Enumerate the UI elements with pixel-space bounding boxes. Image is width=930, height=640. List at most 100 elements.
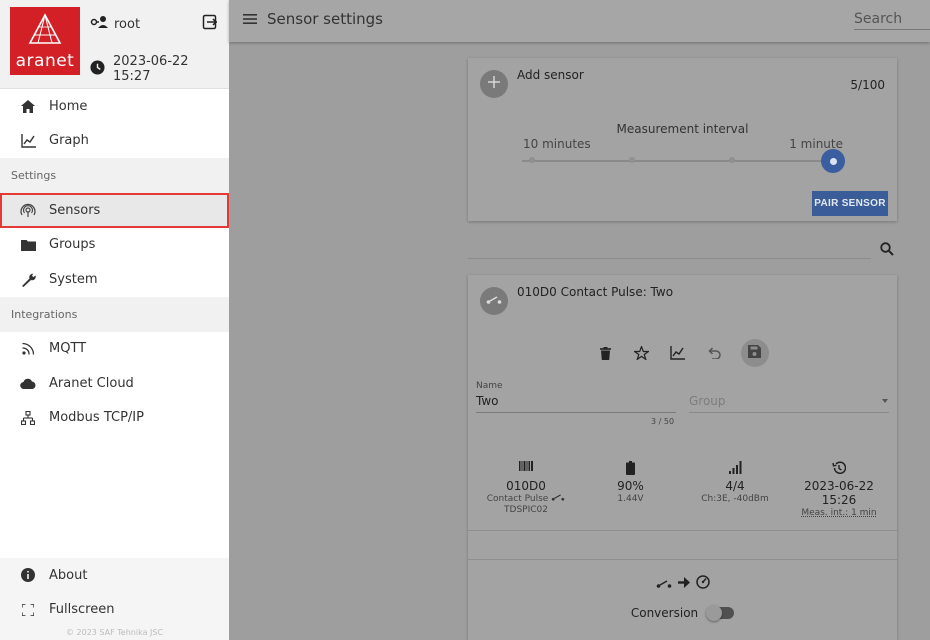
signal-bars-icon xyxy=(690,461,780,477)
sidebar-item-sensors[interactable]: Sensors xyxy=(0,193,229,228)
logout-icon[interactable] xyxy=(202,14,218,34)
conversion-label: Conversion xyxy=(630,606,699,620)
copyright-text: © 2023 SAF Tehnika JSC xyxy=(65,628,164,637)
info-icon xyxy=(20,567,36,583)
logo-text: aranet xyxy=(15,51,75,71)
interval-slider-track[interactable] xyxy=(522,160,834,162)
last-seen-time: 2023-06-22 15:26 xyxy=(804,479,874,507)
sidebar-item-label: Modbus TCP/IP xyxy=(49,410,144,426)
sensor-fingerprint-icon xyxy=(20,202,36,218)
integrations-section-heading: Integrations xyxy=(0,296,229,332)
sensor-id-stat: 010D0 Contact Pulse TDSPIC02 xyxy=(478,461,574,515)
battery-icon xyxy=(593,461,668,477)
search-input[interactable]: Search xyxy=(854,11,930,30)
measurement-interval-label: Measurement interval xyxy=(616,122,749,136)
name-field-label: Name xyxy=(476,381,503,391)
sensor-actions xyxy=(468,339,897,367)
add-sensor-button[interactable] xyxy=(480,70,508,98)
sidebar-item-label: MQTT xyxy=(49,341,87,357)
save-button[interactable] xyxy=(740,339,769,367)
slider-tick xyxy=(529,157,535,163)
sensor-filter-input[interactable] xyxy=(468,258,871,259)
datetime-text: 2023-06-22 15:27 xyxy=(113,54,189,84)
name-field-underline xyxy=(476,412,676,413)
sensor-avatar xyxy=(480,287,508,315)
plus-icon xyxy=(488,76,500,92)
conversion-flow xyxy=(468,575,897,593)
battery-voltage: 1.44V xyxy=(617,494,644,504)
username: root xyxy=(114,16,141,32)
user-key-icon xyxy=(90,15,108,33)
sidebar-item-label: About xyxy=(49,567,88,583)
add-sensor-card: Add sensor 5/100 Measurement interval 10… xyxy=(468,58,897,221)
sensor-card: 010D0 Contact Pulse: Two Name Two 3 / 50… xyxy=(468,275,897,640)
search-icon[interactable] xyxy=(880,242,894,260)
current-time: 2023-06-22 15:27 xyxy=(90,54,229,84)
home-icon xyxy=(20,98,36,114)
menu-icon[interactable] xyxy=(243,13,257,29)
contact-pulse-icon xyxy=(656,577,672,592)
signal-channel: Ch:3E, -40dBm xyxy=(701,494,769,504)
sidebar-item-label: System xyxy=(49,271,98,287)
pair-sensor-button[interactable]: PAIR SENSOR xyxy=(812,191,888,216)
sidebar-item-about[interactable]: About xyxy=(0,558,229,593)
page-title: Sensor settings xyxy=(267,10,384,28)
top-bar: Sensor settings Search xyxy=(229,0,930,42)
rss-icon xyxy=(20,341,36,357)
aranet-logo[interactable]: aranet xyxy=(10,7,80,75)
sidebar-item-label: Fullscreen xyxy=(49,602,115,618)
sidebar-item-label: Home xyxy=(49,98,88,114)
sidebar-item-label: Graph xyxy=(49,133,89,149)
name-char-counter: 3 / 50 xyxy=(651,417,675,426)
network-icon xyxy=(20,410,36,426)
cloud-icon xyxy=(20,375,36,391)
add-sensor-title: Add sensor xyxy=(517,68,584,82)
sidebar-header: aranet root 2023-06-22 15:27 xyxy=(0,0,229,89)
sensor-model: TDSPIC02 xyxy=(504,505,548,515)
measurement-interval-link[interactable]: Meas. int.: 1 min xyxy=(786,508,892,518)
last-seen-stat: 2023-06-22 15:26 Meas. int.: 1 min xyxy=(786,461,892,518)
sidebar-item-label: Aranet Cloud xyxy=(49,375,134,391)
sidebar-item-graph[interactable]: Graph xyxy=(0,124,229,159)
star-icon[interactable] xyxy=(633,344,651,362)
group-select[interactable]: Group xyxy=(689,394,726,408)
graph-icon xyxy=(20,133,36,149)
sidebar-item-mqtt[interactable]: MQTT xyxy=(0,332,229,367)
sidebar-item-fullscreen[interactable]: Fullscreen xyxy=(0,592,229,627)
sidebar-item-system[interactable]: System xyxy=(0,262,229,297)
folder-icon xyxy=(20,237,36,253)
delete-icon[interactable] xyxy=(597,344,615,362)
contact-pulse-icon xyxy=(551,494,565,504)
sidebar-item-modbus[interactable]: Modbus TCP/IP xyxy=(0,401,229,436)
sidebar-item-label: Groups xyxy=(49,237,96,253)
slider-tick xyxy=(629,157,635,163)
name-field[interactable]: Two xyxy=(476,394,499,408)
interval-slider-thumb[interactable] xyxy=(821,149,845,173)
sidebar: aranet root 2023-06-22 15:27 Home Graph … xyxy=(0,0,229,640)
arrow-right-icon xyxy=(677,576,690,592)
divider xyxy=(468,559,897,560)
user-info: root xyxy=(90,15,140,33)
sensor-title: 010D0 Contact Pulse: Two xyxy=(517,285,674,299)
clock-icon xyxy=(90,59,105,79)
graph-icon[interactable] xyxy=(669,344,687,362)
sidebar-item-label: Sensors xyxy=(49,202,101,218)
divider xyxy=(468,530,897,531)
slider-min-label: 10 minutes xyxy=(523,137,591,151)
undo-icon[interactable] xyxy=(705,344,723,362)
conversion-toggle[interactable] xyxy=(706,605,735,621)
save-icon xyxy=(748,344,761,362)
sidebar-item-aranet-cloud[interactable]: Aranet Cloud xyxy=(0,366,229,401)
history-icon xyxy=(786,461,892,477)
chevron-down-icon[interactable] xyxy=(882,399,888,403)
sensor-stats: 010D0 Contact Pulse TDSPIC02 90% 1.44V 4… xyxy=(468,461,897,521)
contact-pulse-icon xyxy=(486,294,502,309)
sidebar-item-groups[interactable]: Groups xyxy=(0,228,229,263)
slider-tick xyxy=(729,157,735,163)
signal-stat: 4/4 Ch:3E, -40dBm xyxy=(690,461,780,504)
sensor-count: 5/100 xyxy=(850,78,885,92)
conversion-row: Conversion xyxy=(468,605,897,621)
sidebar-item-home[interactable]: Home xyxy=(0,89,229,124)
sensor-type: Contact Pulse xyxy=(478,494,574,504)
sensor-id: 010D0 xyxy=(506,479,546,493)
